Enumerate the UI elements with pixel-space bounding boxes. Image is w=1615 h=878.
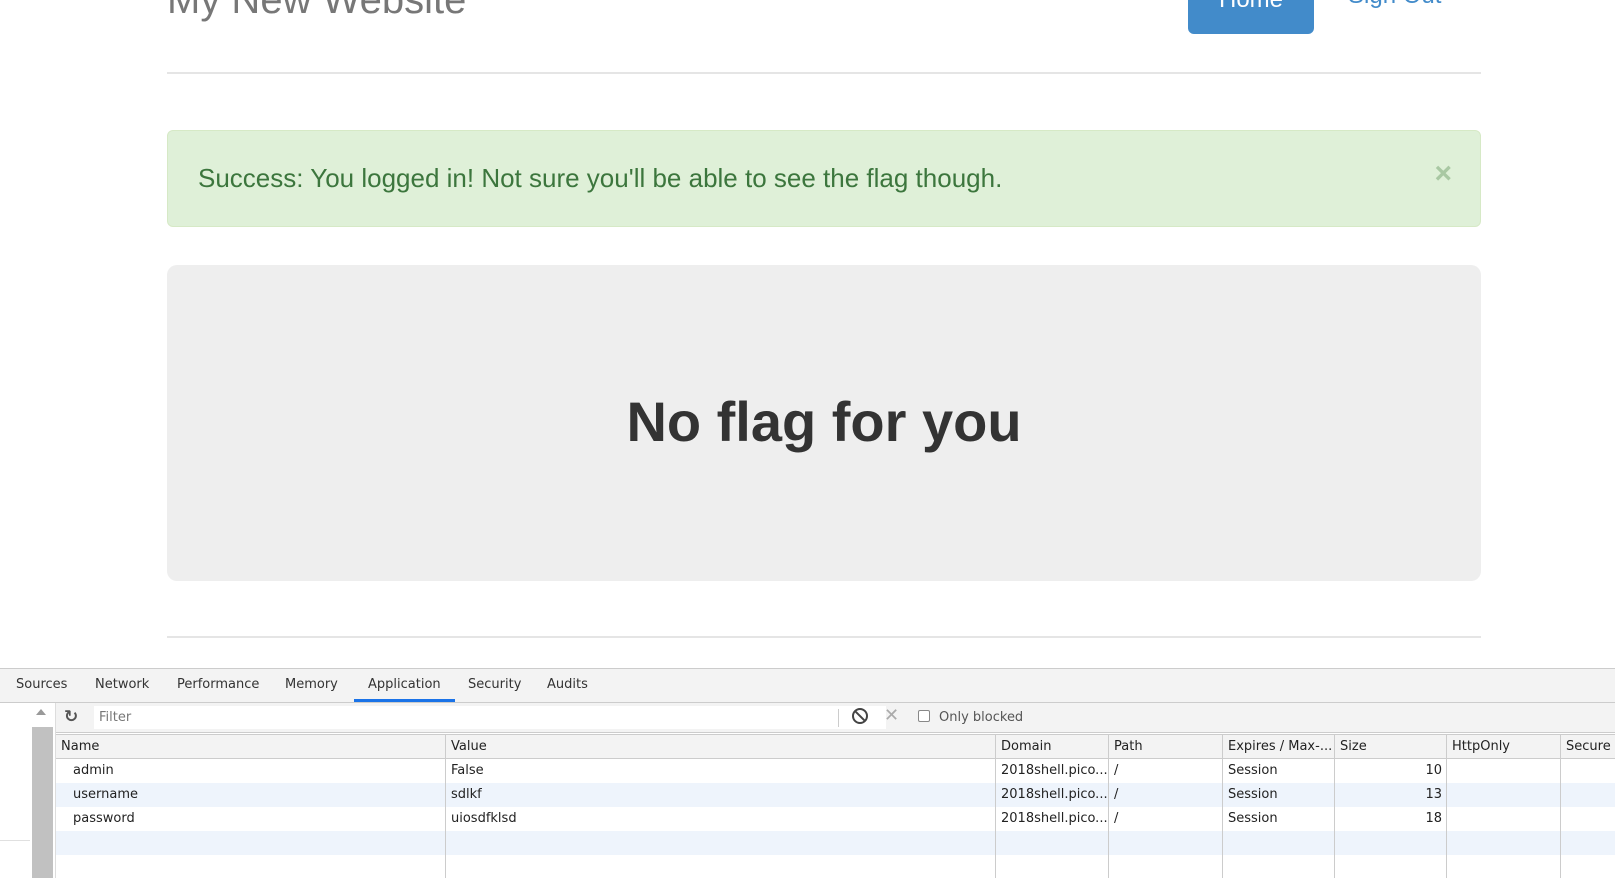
cookie-expires: Session (1228, 811, 1278, 826)
scroll-up-arrow-icon[interactable] (36, 709, 46, 715)
tab-memory[interactable]: Memory (271, 669, 352, 702)
column-divider[interactable] (1446, 735, 1447, 878)
tab-audits[interactable]: Audits (533, 669, 602, 702)
alert-message: Success: You logged in! Not sure you'll … (198, 163, 1003, 193)
cookie-path: / (1114, 763, 1119, 778)
tab-performance[interactable]: Performance (163, 669, 273, 702)
cookie-domain: 2018shell.pico... (1001, 763, 1108, 778)
cookie-value[interactable]: False (446, 759, 996, 783)
cookie-httponly (1447, 783, 1561, 807)
only-blocked-label: Only blocked (939, 710, 1024, 725)
close-icon[interactable]: × (1434, 159, 1452, 189)
web-page: My New Website Home Sign Out Success: Yo… (0, 0, 1615, 668)
delete-selected-icon[interactable]: ✕ (884, 705, 899, 726)
cookie-name: password (73, 811, 135, 826)
column-header-path[interactable]: Path (1109, 735, 1223, 759)
table-header-row: Name Value Domain Path Expires / Max-...… (56, 735, 1615, 759)
column-divider[interactable] (445, 735, 446, 878)
empty-table-row[interactable] (56, 831, 1615, 855)
cookie-path: / (1114, 787, 1119, 802)
table-row[interactable]: password uiosdfklsd 2018shell.pico... / … (56, 807, 1615, 831)
cookie-path: / (1114, 811, 1119, 826)
column-header-value[interactable]: Value (446, 735, 996, 759)
jumbotron-heading: No flag for you (626, 390, 1022, 453)
cookie-name: admin (73, 763, 114, 778)
tab-sources[interactable]: Sources (2, 669, 81, 702)
clear-all-cookies-icon[interactable] (852, 708, 868, 724)
site-title: My New Website (167, 0, 467, 22)
cookie-secure (1561, 783, 1615, 807)
tab-application[interactable]: Application (354, 669, 455, 702)
toolbar-separator (838, 709, 839, 727)
sign-out-link[interactable]: Sign Out (1348, 0, 1441, 10)
cookie-expires: Session (1228, 787, 1278, 802)
column-header-expires[interactable]: Expires / Max-... (1223, 735, 1335, 759)
refresh-icon[interactable]: ↻ (64, 707, 78, 727)
devtools-panel: Sources Network Performance Memory Appli… (0, 668, 1615, 878)
cookie-value[interactable]: sdlkf (446, 783, 996, 807)
column-divider[interactable] (1108, 735, 1109, 878)
cookie-expires: Session (1228, 763, 1278, 778)
cookies-toolbar: ↻ ✕ Only blocked (56, 703, 1615, 733)
cookie-secure (1561, 759, 1615, 783)
column-header-name[interactable]: Name (56, 735, 446, 759)
application-sidebar (0, 703, 56, 878)
column-divider[interactable] (1222, 735, 1223, 878)
sidebar-scrollbar[interactable] (32, 727, 53, 878)
column-divider[interactable] (1560, 735, 1561, 878)
success-alert: Success: You logged in! Not sure you'll … (167, 130, 1481, 227)
column-header-domain[interactable]: Domain (996, 735, 1109, 759)
cookie-domain: 2018shell.pico... (1001, 811, 1108, 826)
cookie-size: 13 (1425, 787, 1442, 802)
cookies-table: Name Value Domain Path Expires / Max-...… (56, 734, 1615, 878)
cookie-name: username (73, 787, 138, 802)
cookie-secure (1561, 807, 1615, 831)
tab-security[interactable]: Security (454, 669, 535, 702)
column-header-httponly[interactable]: HttpOnly (1447, 735, 1561, 759)
tab-network[interactable]: Network (81, 669, 163, 702)
column-divider[interactable] (1334, 735, 1335, 878)
cookie-value[interactable]: uiosdfklsd (446, 807, 996, 831)
cookie-domain: 2018shell.pico... (1001, 787, 1108, 802)
jumbotron: No flag for you (167, 265, 1481, 581)
footer-divider (167, 636, 1481, 638)
home-button[interactable]: Home (1188, 0, 1314, 34)
cookie-httponly (1447, 759, 1561, 783)
cookie-size: 18 (1425, 811, 1442, 826)
column-header-secure[interactable]: Secure (1561, 735, 1615, 759)
table-row[interactable]: admin False 2018shell.pico... / Session … (56, 759, 1615, 783)
sidebar-divider (0, 840, 30, 841)
column-header-size[interactable]: Size (1335, 735, 1447, 759)
filter-input[interactable] (94, 706, 886, 729)
cookie-size: 10 (1425, 763, 1442, 778)
header-divider (167, 72, 1481, 74)
only-blocked-checkbox[interactable] (918, 710, 930, 722)
column-divider[interactable] (995, 735, 996, 878)
cookie-httponly (1447, 807, 1561, 831)
table-row[interactable]: username sdlkf 2018shell.pico... / Sessi… (56, 783, 1615, 807)
devtools-tabbar: Sources Network Performance Memory Appli… (0, 669, 1615, 703)
